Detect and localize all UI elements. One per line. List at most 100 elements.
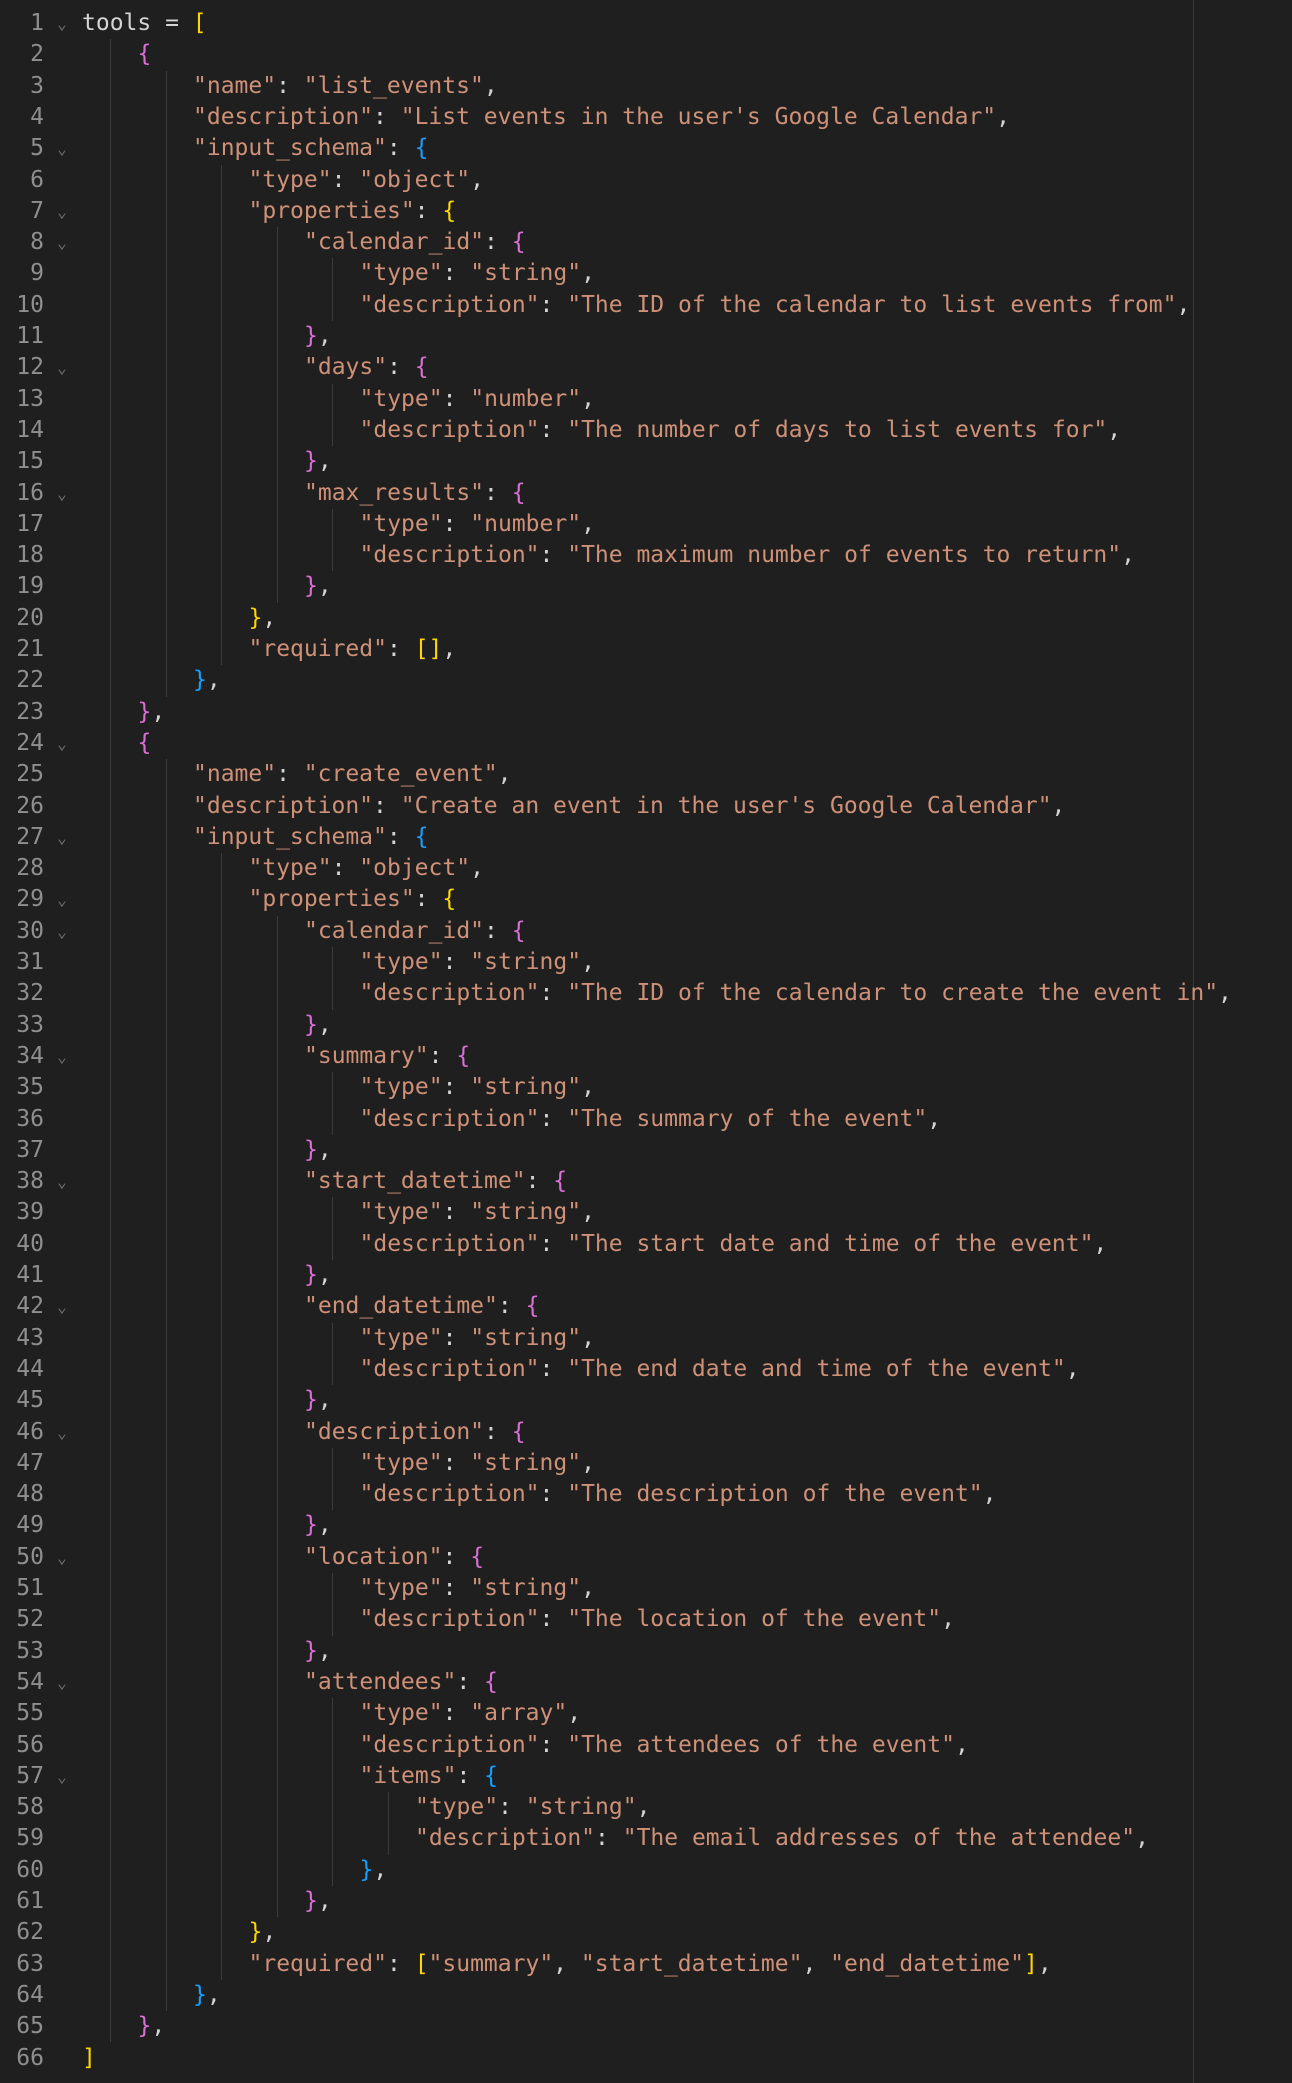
code-line[interactable]: 27 ⌄ "input_schema": {	[0, 822, 1292, 853]
code-line[interactable]: 32 "description": "The ID of the calendar…	[0, 978, 1292, 1009]
code-line[interactable]: 16 ⌄ "max_results": {	[0, 478, 1292, 509]
code-line[interactable]: 47 "type": "string",	[0, 1448, 1292, 1479]
code-line[interactable]: 28 "type": "object",	[0, 853, 1292, 884]
code-line[interactable]: 31 "type": "string",	[0, 947, 1292, 978]
code-text[interactable]: "days": {	[304, 352, 429, 383]
code-line[interactable]: 39 "type": "string",	[0, 1197, 1292, 1228]
code-text[interactable]: ]	[82, 2043, 96, 2074]
code-text[interactable]: "description": "The start date and time …	[360, 1229, 1108, 1260]
code-text[interactable]: "name": "create_event",	[193, 759, 512, 790]
code-line[interactable]: 10 "description": "The ID of the calendar…	[0, 290, 1292, 321]
chevron-down-icon[interactable]: ⌄	[53, 1166, 71, 1197]
code-line[interactable]: 62},	[0, 1917, 1292, 1948]
code-line[interactable]: 2{	[0, 39, 1292, 70]
code-text[interactable]: "type": "string",	[360, 947, 595, 978]
code-text[interactable]: "description": "The attendees of the eve…	[360, 1730, 969, 1761]
code-text[interactable]: "description": "The end date and time of…	[360, 1354, 1080, 1385]
chevron-down-icon[interactable]: ⌄	[53, 1041, 71, 1072]
code-text[interactable]: "type": "string",	[360, 258, 595, 289]
code-line[interactable]: 1 ⌄ tools = [	[0, 8, 1292, 39]
code-line[interactable]: 41},	[0, 1260, 1292, 1291]
code-line[interactable]: 49},	[0, 1510, 1292, 1541]
code-line[interactable]: 26 "description": "Create an event in the…	[0, 791, 1292, 822]
chevron-down-icon[interactable]: ⌄	[53, 8, 71, 39]
code-line[interactable]: 11},	[0, 321, 1292, 352]
code-text[interactable]: "name": "list_events",	[193, 71, 498, 102]
code-line[interactable]: 6 "type": "object",	[0, 165, 1292, 196]
code-text[interactable]: "type": "number",	[360, 509, 595, 540]
code-text[interactable]: },	[304, 446, 332, 477]
chevron-down-icon[interactable]: ⌄	[53, 916, 71, 947]
chevron-down-icon[interactable]: ⌄	[53, 1761, 71, 1792]
code-text[interactable]: "type": "string",	[360, 1573, 595, 1604]
code-line[interactable]: 60},	[0, 1855, 1292, 1886]
code-text[interactable]: "description": "List events in the user'…	[193, 102, 1010, 133]
code-line[interactable]: 38 ⌄ "start_datetime": {	[0, 1166, 1292, 1197]
code-line[interactable]: 58 "type": "string",	[0, 1792, 1292, 1823]
code-text[interactable]: tools = [	[82, 8, 207, 39]
code-line[interactable]: 54 ⌄ "attendees": {	[0, 1667, 1292, 1698]
code-text[interactable]: "description": "The maximum number of ev…	[360, 540, 1135, 571]
code-line[interactable]: 3 "name": "list_events",	[0, 71, 1292, 102]
code-text[interactable]: "items": {	[360, 1761, 499, 1792]
code-text[interactable]: {	[138, 39, 152, 70]
code-text[interactable]: },	[138, 2011, 166, 2042]
code-text[interactable]: "calendar_id": {	[304, 916, 526, 947]
code-text[interactable]: },	[304, 1636, 332, 1667]
code-line[interactable]: 19},	[0, 571, 1292, 602]
code-text[interactable]: "start_datetime": {	[304, 1166, 567, 1197]
code-line[interactable]: 33},	[0, 1010, 1292, 1041]
code-line[interactable]: 46 ⌄ "description": {	[0, 1417, 1292, 1448]
code-line[interactable]: 8 ⌄ "calendar_id": {	[0, 227, 1292, 258]
code-text[interactable]: "type": "array",	[360, 1698, 582, 1729]
chevron-down-icon[interactable]: ⌄	[53, 822, 71, 853]
code-text[interactable]: },	[304, 571, 332, 602]
code-text[interactable]: "required": [],	[249, 634, 457, 665]
code-editor[interactable]: 1 ⌄ tools = [2{3 "name": "list_events", 4 "de…	[0, 0, 1292, 2083]
code-line[interactable]: 35 "type": "string",	[0, 1072, 1292, 1103]
code-line[interactable]: 29 ⌄ "properties": {	[0, 884, 1292, 915]
code-text[interactable]: },	[304, 321, 332, 352]
chevron-down-icon[interactable]: ⌄	[53, 1291, 71, 1322]
code-text[interactable]: "type": "string",	[360, 1448, 595, 1479]
code-text[interactable]: "type": "string",	[360, 1072, 595, 1103]
code-text[interactable]: "max_results": {	[304, 478, 526, 509]
code-text[interactable]: "description": {	[304, 1417, 526, 1448]
code-line[interactable]: 65},	[0, 2011, 1292, 2042]
code-line[interactable]: 50 ⌄ "location": {	[0, 1542, 1292, 1573]
code-text[interactable]: },	[304, 1385, 332, 1416]
code-line[interactable]: 22},	[0, 665, 1292, 696]
chevron-down-icon[interactable]: ⌄	[53, 478, 71, 509]
code-text[interactable]: },	[304, 1510, 332, 1541]
code-line[interactable]: 18 "description": "The maximum number of …	[0, 540, 1292, 571]
code-line[interactable]: 25 "name": "create_event",	[0, 759, 1292, 790]
chevron-down-icon[interactable]: ⌄	[53, 884, 71, 915]
code-line[interactable]: 57 ⌄ "items": {	[0, 1761, 1292, 1792]
code-line[interactable]: 9 "type": "string",	[0, 258, 1292, 289]
code-text[interactable]: "type": "string",	[360, 1323, 595, 1354]
code-line[interactable]: 4 "description": "List events in the user…	[0, 102, 1292, 133]
code-text[interactable]: "properties": {	[249, 884, 457, 915]
code-line[interactable]: 23},	[0, 697, 1292, 728]
code-line[interactable]: 52 "description": "The location of the ev…	[0, 1604, 1292, 1635]
code-line[interactable]: 43 "type": "string",	[0, 1323, 1292, 1354]
code-line[interactable]: 64},	[0, 1980, 1292, 2011]
chevron-down-icon[interactable]: ⌄	[53, 196, 71, 227]
code-text[interactable]: "attendees": {	[304, 1667, 498, 1698]
code-line[interactable]: 45},	[0, 1385, 1292, 1416]
code-text[interactable]: "location": {	[304, 1542, 484, 1573]
code-text[interactable]: "required": ["summary", "start_datetime"…	[249, 1949, 1052, 1980]
code-line[interactable]: 36 "description": "The summary of the eve…	[0, 1104, 1292, 1135]
code-text[interactable]: "input_schema": {	[193, 822, 428, 853]
code-text[interactable]: {	[138, 728, 152, 759]
code-line[interactable]: 40 "description": "The start date and tim…	[0, 1229, 1292, 1260]
code-text[interactable]: "calendar_id": {	[304, 227, 526, 258]
code-text[interactable]: "description": "The description of the e…	[360, 1479, 997, 1510]
code-text[interactable]: },	[138, 697, 166, 728]
code-text[interactable]: },	[193, 665, 221, 696]
chevron-down-icon[interactable]: ⌄	[53, 133, 71, 164]
code-text[interactable]: "description": "The location of the even…	[360, 1604, 955, 1635]
code-line[interactable]: 44 "description": "The end date and time …	[0, 1354, 1292, 1385]
code-line[interactable]: 30 ⌄ "calendar_id": {	[0, 916, 1292, 947]
chevron-down-icon[interactable]: ⌄	[53, 1667, 71, 1698]
